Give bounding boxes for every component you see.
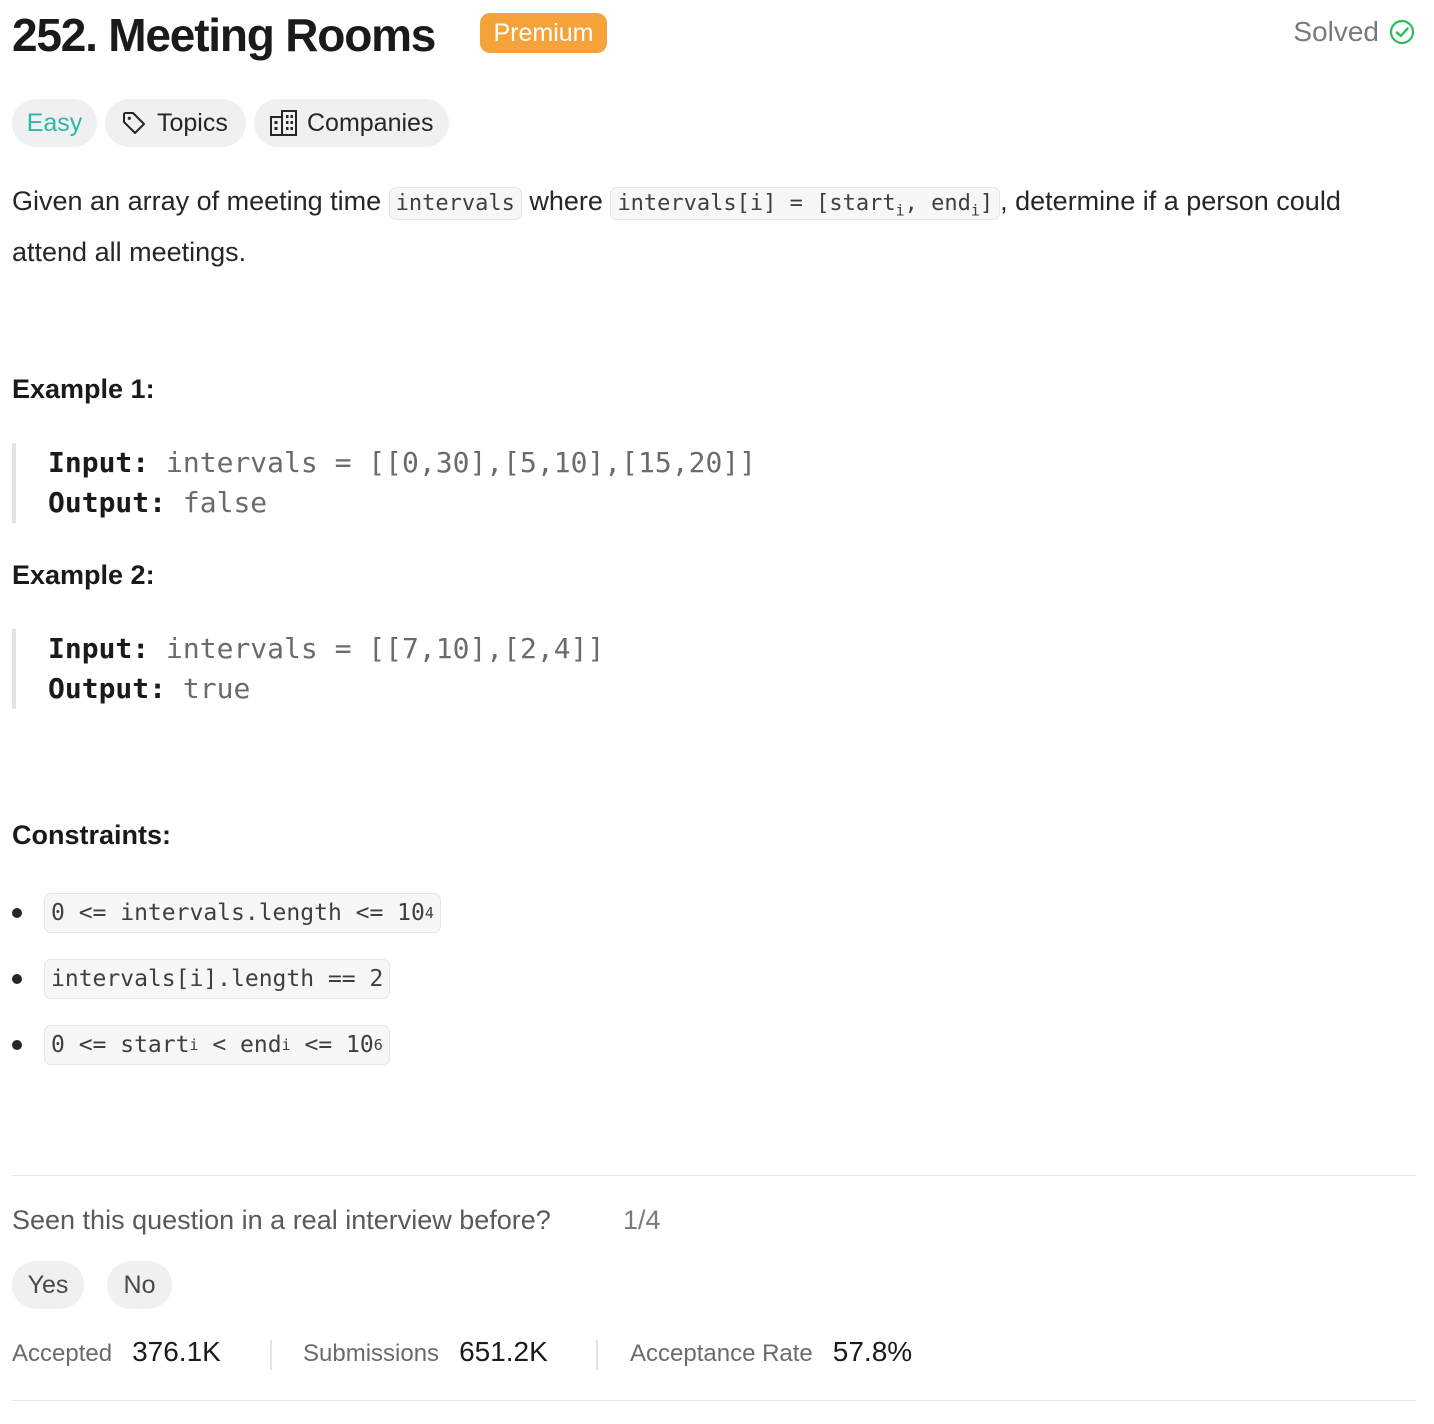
divider (12, 1400, 1416, 1401)
interview-count: 1/4 (623, 1205, 661, 1235)
inline-code: intervals (388, 187, 522, 220)
stat-label: Acceptance Rate (630, 1340, 813, 1367)
constraint-item: 0 <= intervals.length <= 10 4 (12, 893, 441, 933)
companies-label: Companies (307, 108, 434, 137)
desc-text: where (521, 186, 611, 216)
example-output: Output: true (48, 672, 251, 705)
example-input: Input: intervals = [[0,30],[5,10],[15,20… (48, 446, 757, 479)
check-circle-icon (1389, 19, 1415, 45)
example-heading: Example 1: (12, 374, 155, 404)
example-heading: Example 2: (12, 560, 155, 590)
no-button[interactable]: No (107, 1261, 172, 1309)
constraint-item: intervals[i].length == 2 (12, 959, 391, 999)
premium-badge[interactable]: Premium (480, 13, 607, 53)
solved-status: Solved (1293, 16, 1415, 48)
stat-value: 376.1K (132, 1336, 221, 1367)
constraint-code: 0 <= intervals.length <= 10 4 (44, 893, 441, 933)
desc-text: Given an array of meeting time (12, 186, 389, 216)
constraints-heading: Constraints: (12, 820, 172, 850)
problem-title: 252. Meeting Rooms (12, 9, 436, 61)
tag-icon (123, 112, 145, 134)
submissions-stat: Submissions 651.2K (303, 1336, 548, 1368)
building-icon (270, 110, 297, 136)
inline-code: intervals[i] = [starti, endi] (610, 187, 1001, 220)
difficulty-badge: Easy (12, 99, 97, 147)
accepted-stat: Accepted 376.1K (12, 1336, 221, 1368)
constraint-code: 0 <= start i < end i <= 10 6 (44, 1025, 390, 1065)
example-input: Input: intervals = [[7,10],[2,4]] (48, 632, 605, 665)
constraint-item: 0 <= start i < end i <= 10 6 (12, 1025, 390, 1065)
divider (12, 1175, 1416, 1176)
interview-question: Seen this question in a real interview b… (12, 1205, 551, 1235)
stat-value: 57.8% (832, 1336, 913, 1367)
bullet (12, 1040, 22, 1050)
stat-value: 651.2K (459, 1336, 548, 1367)
problem-description: Given an array of meeting time intervals… (12, 180, 1422, 273)
topics-button[interactable]: Topics (105, 99, 246, 147)
bullet (12, 908, 22, 918)
companies-button[interactable]: Companies (254, 99, 449, 147)
stat-separator (270, 1340, 272, 1370)
solved-label: Solved (1293, 16, 1379, 47)
yes-button[interactable]: Yes (12, 1261, 84, 1309)
example-output: Output: false (48, 486, 268, 519)
stat-label: Accepted (12, 1340, 113, 1367)
constraint-code: intervals[i].length == 2 (44, 959, 391, 999)
bullet (12, 974, 22, 984)
stat-label: Submissions (303, 1340, 440, 1367)
stat-separator (596, 1340, 598, 1370)
topics-label: Topics (157, 108, 228, 137)
example-block: Input: intervals = [[0,30],[5,10],[15,20… (12, 443, 756, 523)
acceptance-rate-stat: Acceptance Rate 57.8% (630, 1336, 912, 1368)
example-block: Input: intervals = [[7,10],[2,4]] Output… (12, 629, 604, 709)
